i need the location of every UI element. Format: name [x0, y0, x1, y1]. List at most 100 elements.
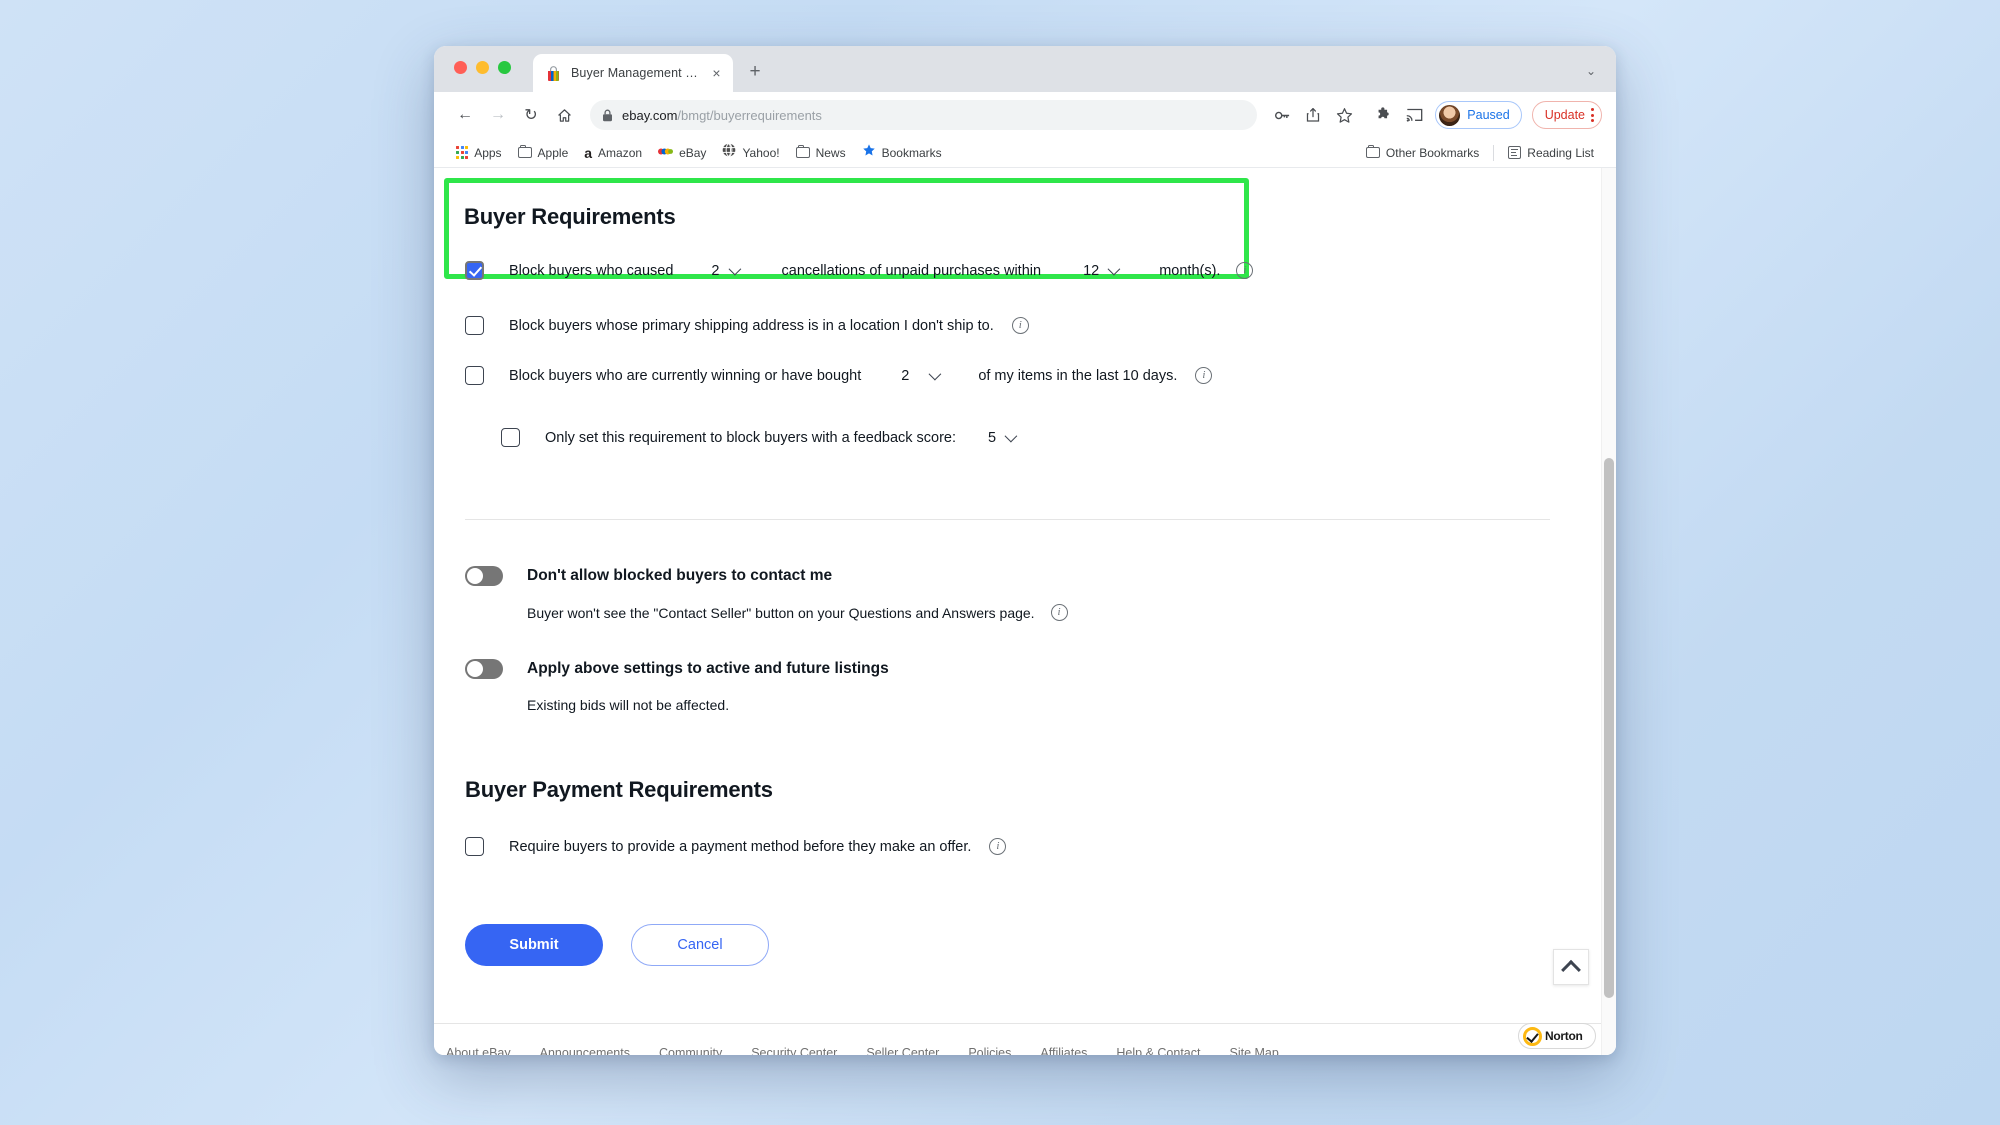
footer-link-security-center[interactable]: Security Center	[751, 1046, 837, 1055]
bookmark-ebay[interactable]: eBay	[650, 141, 714, 165]
cancellations-count-dropdown[interactable]: 2	[711, 263, 741, 279]
key-icon[interactable]	[1268, 101, 1296, 129]
cancel-button[interactable]: Cancel	[631, 924, 769, 966]
requirement-row-payment-method: Require buyers to provide a payment meth…	[465, 837, 1007, 856]
close-tab-button[interactable]: ×	[708, 65, 725, 82]
requirement-label: Only set this requirement to block buyer…	[545, 429, 957, 446]
bookmark-amazon[interactable]: a Amazon	[576, 143, 650, 163]
winning-bought-count-dropdown[interactable]: 2	[901, 367, 942, 384]
toggle-apply-settings[interactable]	[465, 659, 503, 679]
info-icon[interactable]: i	[1236, 262, 1254, 279]
url-path: /bmgt/buyerrequirements	[677, 107, 822, 123]
reading-list-icon	[1508, 146, 1522, 159]
other-bookmarks-button[interactable]: Other Bookmarks	[1358, 143, 1487, 163]
tab-search-chevron-icon[interactable]: ⌄	[1586, 64, 1596, 78]
toggle-description: Buyer won't see the "Contact Seller" but…	[527, 604, 1035, 621]
toggle-description: Existing bids will not be affected.	[527, 697, 730, 713]
globe-icon	[722, 143, 736, 162]
bookmark-apps[interactable]: Apps	[448, 143, 510, 163]
share-icon[interactable]	[1299, 101, 1327, 129]
submit-button[interactable]: Submit	[465, 924, 603, 966]
paused-label: Paused	[1467, 108, 1510, 122]
puzzle-icon[interactable]	[1369, 101, 1397, 129]
bookmark-label: News	[815, 145, 846, 160]
maximize-window-button[interactable]	[498, 61, 511, 74]
bookmark-label: Yahoo!	[742, 145, 780, 160]
reading-list-button[interactable]: Reading List	[1500, 143, 1602, 163]
requirement-label: Block buyers who caused	[509, 262, 674, 279]
profile-paused-button[interactable]: Paused	[1435, 101, 1522, 129]
bookmark-label: Amazon	[598, 145, 643, 160]
address-bar[interactable]: ebay.com/bmgt/buyerrequirements	[590, 100, 1258, 130]
toggle-section-apply-settings: Apply above settings to active and futur…	[465, 659, 889, 713]
footer-links: About eBay Announcements Community Secur…	[446, 1046, 1308, 1055]
back-button[interactable]: ←	[450, 100, 480, 130]
scrollbar-thumb[interactable]	[1604, 458, 1614, 998]
minimize-window-button[interactable]	[476, 61, 489, 74]
requirement-label-after: month(s).	[1159, 262, 1221, 279]
footer-link-seller-center[interactable]: Seller Center	[866, 1046, 939, 1055]
footer-link-affiliates[interactable]: Affiliates	[1040, 1046, 1087, 1055]
norton-badge: Norton	[1518, 1023, 1596, 1049]
avatar	[1439, 104, 1461, 126]
toggle-dont-allow-contact[interactable]	[465, 566, 503, 586]
bookmark-yahoo[interactable]: Yahoo!	[714, 140, 787, 165]
bookmark-label: Apple	[537, 145, 569, 160]
requirement-row-cancellations: Block buyers who caused 2 cancellations …	[465, 261, 1254, 280]
chevron-down-icon	[1004, 429, 1018, 443]
close-window-button[interactable]	[454, 61, 467, 74]
requirement-label: Block buyers whose primary shipping addr…	[509, 317, 994, 334]
footer-link-announcements[interactable]: Announcements	[540, 1046, 630, 1055]
tab-strip: Buyer Management | eBay × + ⌄	[434, 46, 1616, 92]
form-actions: Submit Cancel	[465, 924, 769, 966]
info-icon[interactable]: i	[1195, 367, 1213, 384]
dropdown-value: 2	[901, 367, 910, 384]
checkbox-shipping-location[interactable]	[465, 316, 484, 335]
dropdown-value: 5	[988, 429, 997, 446]
kebab-menu-icon[interactable]	[1591, 108, 1594, 122]
browser-window: Buyer Management | eBay × + ⌄ ← → ↻ ebay…	[434, 46, 1616, 1055]
requirement-label: Block buyers who are currently winning o…	[509, 367, 862, 384]
bookmark-bookmarks[interactable]: Bookmarks	[854, 140, 950, 165]
ebay-buyer-requirements-page: Buyer Requirements Block buyers who caus…	[434, 168, 1616, 1055]
window-controls[interactable]	[454, 61, 511, 74]
checkbox-cancellations[interactable]	[465, 261, 484, 280]
update-button[interactable]: Update	[1531, 101, 1602, 129]
ebay-icon	[658, 144, 674, 162]
browser-tab[interactable]: Buyer Management | eBay ×	[533, 54, 733, 92]
footer-link-help-contact[interactable]: Help & Contact	[1116, 1046, 1200, 1055]
footer-link-community[interactable]: Community	[659, 1046, 722, 1055]
footer-link-policies[interactable]: Policies	[968, 1046, 1011, 1055]
toggle-row: Apply above settings to active and futur…	[465, 659, 889, 679]
cancellations-months-dropdown[interactable]: 12	[1083, 263, 1121, 279]
checkbox-winning-bought[interactable]	[465, 366, 484, 385]
checkbox-payment-method[interactable]	[465, 837, 484, 856]
footer-link-site-map[interactable]: Site Map	[1229, 1046, 1278, 1055]
checkbox-feedback-score[interactable]	[501, 428, 520, 447]
chevron-up-icon	[1561, 959, 1581, 980]
requirement-row-feedback-score: Only set this requirement to block buyer…	[501, 428, 1018, 447]
new-tab-button[interactable]: +	[744, 60, 766, 82]
browser-toolbar: ← → ↻ ebay.com/bmgt/buyerrequirements Pa…	[434, 92, 1616, 138]
bookmark-label: Bookmarks	[881, 145, 942, 160]
home-button[interactable]	[549, 100, 579, 130]
scroll-to-top-button[interactable]	[1553, 949, 1589, 985]
info-icon[interactable]: i	[1050, 604, 1068, 621]
bookmark-news[interactable]: News	[788, 143, 854, 163]
footer-link-about[interactable]: About eBay	[446, 1046, 511, 1055]
toggle-description-row: Existing bids will not be affected.	[527, 697, 889, 713]
info-icon[interactable]: i	[989, 838, 1007, 855]
tab-title: Buyer Management | eBay	[571, 66, 699, 80]
star-icon	[862, 143, 876, 162]
cast-icon[interactable]	[1400, 101, 1428, 129]
page-scrollbar[interactable]	[1601, 168, 1616, 1055]
forward-button[interactable]: →	[483, 100, 513, 130]
lock-icon	[602, 109, 613, 122]
feedback-score-dropdown[interactable]: 5	[988, 429, 1018, 446]
bookmark-apple[interactable]: Apple	[510, 143, 577, 163]
reload-button[interactable]: ↻	[516, 100, 546, 130]
info-icon[interactable]: i	[1011, 317, 1029, 334]
bookmark-label: Apps	[474, 145, 502, 160]
norton-checkmark-icon	[1523, 1026, 1542, 1046]
star-icon[interactable]	[1330, 101, 1358, 129]
